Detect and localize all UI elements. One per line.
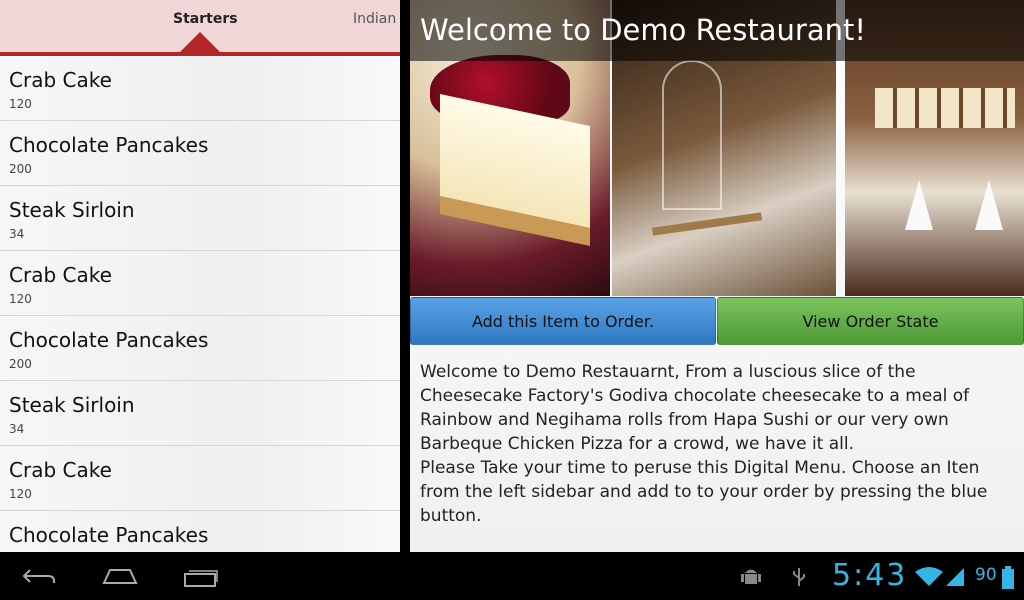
view-order-state-button[interactable]: View Order State	[717, 297, 1024, 345]
add-to-order-button[interactable]: Add this Item to Order.	[410, 297, 716, 345]
napkin	[975, 180, 1003, 230]
list-item[interactable]: Crab Cake 120	[0, 446, 400, 511]
menu-sidebar: Starters Indian Crab Cake 120 Chocolate …	[0, 0, 400, 552]
detail-pane: Welcome to Demo Restaurant! Add this Ite…	[410, 0, 1024, 552]
list-item[interactable]: Chocolate Pancakes 200	[0, 121, 400, 186]
item-name: Steak Sirloin	[9, 393, 135, 417]
windows	[875, 88, 1015, 128]
item-price: 200	[9, 357, 32, 371]
battery-icon	[1002, 566, 1014, 594]
wine-glass	[662, 60, 722, 210]
item-name: Chocolate Pancakes	[9, 523, 209, 547]
back-icon[interactable]	[22, 566, 58, 590]
title-bar: Welcome to Demo Restaurant!	[410, 0, 1024, 61]
welcome-description: Welcome to Demo Restauarnt, From a lusci…	[420, 362, 988, 526]
list-item[interactable]: Steak Sirloin 34	[0, 381, 400, 446]
menu-list: Crab Cake 120 Chocolate Pancakes 200 Ste…	[0, 56, 400, 552]
restaurant-photo-banner: Welcome to Demo Restaurant!	[410, 0, 1024, 296]
item-name: Crab Cake	[9, 458, 112, 482]
recents-icon[interactable]	[183, 566, 219, 592]
list-item[interactable]: Crab Cake 120	[0, 56, 400, 121]
wifi-icon	[915, 566, 943, 592]
category-tab-bar: Starters Indian	[0, 0, 400, 56]
list-item[interactable]: Steak Sirloin 34	[0, 186, 400, 251]
item-price: 120	[9, 97, 32, 111]
list-item[interactable]: Chocolate Pancakes	[0, 511, 400, 552]
page-title: Welcome to Demo Restaurant!	[420, 13, 866, 47]
battery-level: 90	[975, 565, 997, 585]
active-tab-indicator	[180, 32, 220, 52]
signal-icon	[946, 566, 966, 592]
item-price: 34	[9, 227, 25, 241]
clock: 5:43	[832, 558, 908, 593]
list-item[interactable]: Crab Cake 120	[0, 251, 400, 316]
item-price: 200	[9, 162, 32, 176]
fork	[651, 212, 763, 236]
item-name: Crab Cake	[9, 263, 112, 287]
tab-starters[interactable]: Starters	[173, 11, 238, 27]
tab-indian[interactable]: Indian	[353, 11, 396, 27]
item-price: 120	[9, 487, 32, 501]
item-name: Chocolate Pancakes	[9, 133, 209, 157]
item-price: 34	[9, 422, 25, 436]
usb-icon	[790, 566, 808, 592]
system-bar: 5:43 90	[0, 552, 1024, 600]
napkin	[905, 180, 933, 230]
android-debug-icon	[740, 566, 762, 592]
home-icon[interactable]	[100, 566, 140, 590]
item-name: Crab Cake	[9, 68, 112, 92]
item-name: Chocolate Pancakes	[9, 328, 209, 352]
cake-slice	[440, 94, 590, 246]
item-name: Steak Sirloin	[9, 198, 135, 222]
item-price: 120	[9, 292, 32, 306]
list-item[interactable]: Chocolate Pancakes 200	[0, 316, 400, 381]
